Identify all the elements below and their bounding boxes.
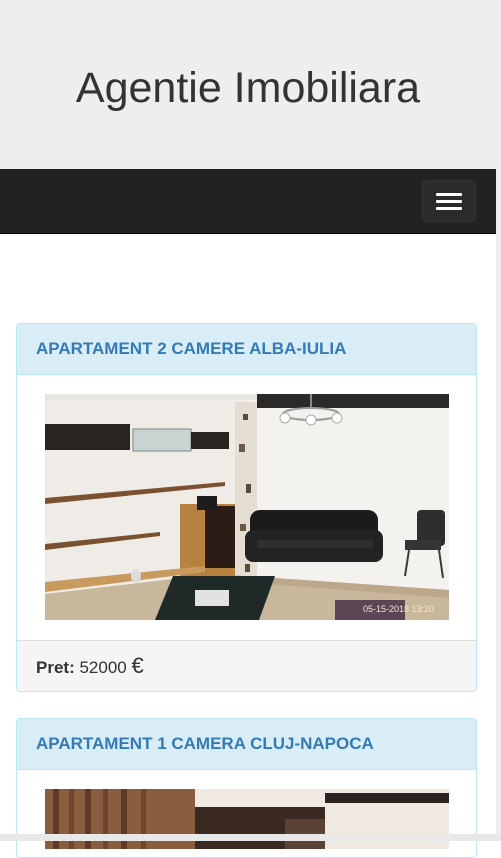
page-edge bbox=[496, 169, 501, 841]
currency-euro: € bbox=[131, 653, 144, 678]
living-room-photo: 05-15-2018 13:20 bbox=[45, 394, 449, 620]
listing-heading: APARTAMENT 1 CAMERA CLUJ-NAPOCA bbox=[17, 719, 476, 770]
listing-card: APARTAMENT 2 CAMERE ALBA-IULIA 05-15-201… bbox=[16, 323, 477, 692]
listing-title-link[interactable]: APARTAMENT 2 CAMERE ALBA-IULIA bbox=[36, 339, 346, 358]
price-label: Pret: bbox=[36, 658, 75, 677]
menu-icon-bar bbox=[436, 193, 462, 196]
listing-title-link[interactable]: APARTAMENT 1 CAMERA CLUJ-NAPOCA bbox=[36, 734, 374, 753]
menu-icon-bar bbox=[436, 207, 462, 210]
menu-icon-bar bbox=[436, 200, 462, 203]
bottom-divider bbox=[0, 834, 501, 841]
site-title: Agentie Imobiliara bbox=[75, 64, 421, 112]
navbar-toggle-button[interactable] bbox=[422, 180, 476, 222]
site-header: Agentie Imobiliara bbox=[0, 0, 501, 169]
price-value: 52000 bbox=[79, 658, 127, 677]
listing-heading: APARTAMENT 2 CAMERE ALBA-IULIA bbox=[17, 324, 476, 375]
photo-timestamp: 05-15-2018 13:20 bbox=[363, 604, 434, 614]
listing-photo[interactable]: 05-15-2018 13:20 bbox=[45, 394, 449, 620]
listing-price: Pret: 52000 € bbox=[17, 640, 476, 691]
